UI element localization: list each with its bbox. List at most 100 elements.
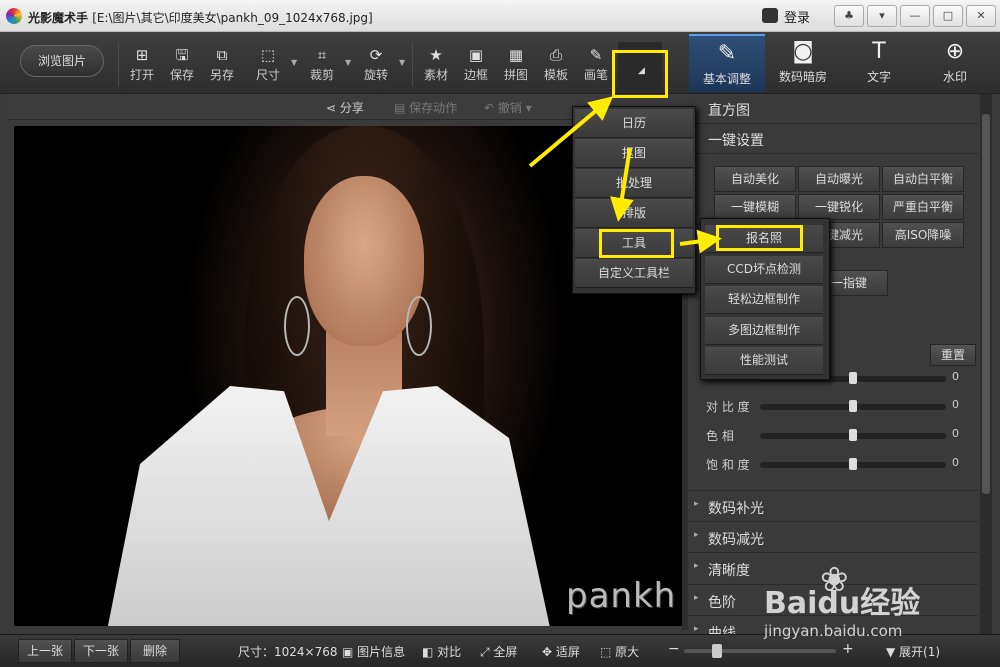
- tab-label: 水印: [942, 70, 967, 84]
- chevron-down-icon: ▾: [521, 101, 532, 115]
- reset-button[interactable]: 重置: [930, 344, 976, 366]
- tab-digital-darkroom[interactable]: ◙ 数码暗房: [765, 34, 841, 92]
- one-key-sharpen-button[interactable]: 一键锐化: [798, 194, 880, 220]
- brush-icon: ✎: [589, 46, 603, 64]
- skin-button[interactable]: ♣: [834, 5, 864, 27]
- menu-item-cutout[interactable]: 抠图: [575, 139, 693, 168]
- zoom-out-icon[interactable]: −: [668, 641, 680, 657]
- menu-item-custom-toolbar[interactable]: 自定义工具栏: [575, 259, 693, 288]
- auto-beautify-button[interactable]: 自动美化: [714, 166, 796, 192]
- camera-icon: ◙: [792, 39, 814, 64]
- image-size: 尺寸：1024×768: [238, 645, 338, 659]
- user-icon: [762, 8, 778, 23]
- tab-text[interactable]: T 文字: [841, 34, 917, 92]
- crop-button[interactable]: ⌗ 裁剪: [302, 44, 342, 84]
- login-label: 登录: [784, 11, 811, 26]
- one-key-blur-button[interactable]: 一键模糊: [714, 194, 796, 220]
- slider-value: 0: [952, 427, 959, 440]
- crop-label: 裁剪: [309, 68, 334, 82]
- window-title: 光影魔术手 [E:\图片\其它\印度美女\pankh_09_1024x768.j…: [28, 9, 373, 26]
- rotate-dropdown-icon[interactable]: ▼: [399, 58, 405, 67]
- save-as-button[interactable]: ⧉ 另存: [202, 44, 242, 84]
- material-button[interactable]: ★ 素材: [416, 44, 456, 84]
- baidu-brand: Baidu经验: [764, 586, 921, 621]
- auto-exposure-button[interactable]: 自动曝光: [798, 166, 880, 192]
- histogram-header[interactable]: 直方图: [688, 94, 978, 124]
- original-icon: ⬚: [600, 645, 616, 659]
- fit-screen-button[interactable]: ✥ 适屏: [542, 643, 580, 660]
- next-image-button[interactable]: 下一张: [74, 639, 128, 663]
- menu-item-layout[interactable]: 排版: [575, 199, 693, 228]
- login-button[interactable]: 登录: [762, 7, 822, 26]
- photo-watermark: pankh: [566, 576, 677, 616]
- onekey-header[interactable]: 一键设置: [688, 124, 978, 154]
- compare-button[interactable]: ◧ 对比: [422, 643, 461, 660]
- share-button[interactable]: ⋖ 分享: [326, 99, 364, 116]
- original-size-button[interactable]: ⬚ 原大: [600, 643, 639, 660]
- menu-dropdown-button[interactable]: ▾: [867, 5, 897, 27]
- template-button[interactable]: ⎙ 模板: [536, 44, 576, 84]
- border-label: 边框: [463, 68, 488, 82]
- submenu-item-multi-border[interactable]: 多图边框制作: [705, 317, 823, 345]
- saturation-slider[interactable]: [760, 458, 946, 470]
- auto-white-balance-button[interactable]: 自动白平衡: [882, 166, 964, 192]
- slider-thumb[interactable]: [849, 372, 857, 384]
- contrast-slider[interactable]: [760, 400, 946, 412]
- browse-images-button[interactable]: 浏览图片: [20, 45, 104, 77]
- maximize-button[interactable]: □: [933, 5, 963, 27]
- size-dropdown-icon[interactable]: ▼: [291, 58, 297, 67]
- section-digital-dim-light[interactable]: 数码减光: [688, 521, 978, 551]
- hue-slider[interactable]: [760, 429, 946, 441]
- save-label: 保存: [169, 68, 194, 82]
- size-icon: ⬚: [260, 46, 276, 64]
- menu-item-calendar[interactable]: 日历: [575, 109, 693, 138]
- fullscreen-button[interactable]: ⤢ 全屏: [480, 643, 517, 660]
- size-label: 尺寸: [255, 68, 280, 82]
- collage-button[interactable]: ▦ 拼图: [496, 44, 536, 84]
- open-button[interactable]: ⊞ 打开: [122, 44, 162, 84]
- save-action-label: 保存动作: [409, 101, 458, 115]
- highlight-more-tools: [612, 50, 668, 98]
- close-button[interactable]: ✕: [966, 5, 996, 27]
- save-button[interactable]: 🖫 保存: [162, 44, 202, 84]
- contrast-label: 对 比 度: [706, 400, 750, 414]
- crop-dropdown-icon[interactable]: ▼: [345, 58, 351, 67]
- slider-thumb[interactable]: [849, 400, 857, 412]
- open-icon: ⊞: [135, 46, 149, 64]
- slider-thumb[interactable]: [849, 429, 857, 441]
- undo-label: 撤销: [497, 101, 522, 115]
- prev-image-button[interactable]: 上一张: [18, 639, 72, 663]
- more-tools-menu: 日历 抠图 批处理 排版 工具 自定义工具栏: [572, 106, 696, 294]
- slider-thumb[interactable]: [849, 458, 857, 470]
- tab-label: 基本调整: [702, 72, 751, 86]
- template-icon: ⎙: [549, 46, 562, 64]
- brush-label: 画笔: [583, 68, 608, 82]
- section-digital-fill-light[interactable]: 数码补光: [688, 490, 978, 520]
- image-info-button[interactable]: ▣ 图片信息: [342, 643, 405, 660]
- app-name: 光影魔术手: [28, 11, 89, 25]
- scrollbar-thumb[interactable]: [982, 114, 990, 494]
- severe-white-balance-button[interactable]: 严重白平衡: [882, 194, 964, 220]
- tab-basic-adjust[interactable]: ✎ 基本调整: [689, 34, 765, 92]
- border-button[interactable]: ▣ 边框: [456, 44, 496, 84]
- delete-button[interactable]: 删除: [130, 639, 180, 663]
- submenu-item-performance-test[interactable]: 性能测试: [705, 347, 823, 375]
- tab-watermark[interactable]: ⊕ 水印: [917, 34, 993, 92]
- fit-icon: ✥: [542, 645, 556, 659]
- undo-button[interactable]: ↶ 撤销 ▾: [484, 99, 532, 116]
- zoom-thumb[interactable]: [712, 644, 722, 658]
- save-as-icon: ⧉: [216, 46, 228, 64]
- submenu-item-ccd-check[interactable]: CCD坏点检测: [705, 256, 823, 284]
- photo-earring-right: [406, 296, 432, 356]
- save-action-icon: ▤: [394, 101, 410, 115]
- rotate-button[interactable]: ⟳ 旋转: [356, 44, 396, 84]
- save-action-button[interactable]: ▤ 保存动作: [394, 99, 457, 116]
- panel-scrollbar[interactable]: [980, 94, 992, 634]
- size-button[interactable]: ⬚ 尺寸: [248, 44, 288, 84]
- menu-item-batch[interactable]: 批处理: [575, 169, 693, 198]
- submenu-item-easy-border[interactable]: 轻松边框制作: [705, 286, 823, 314]
- minimize-button[interactable]: —: [900, 5, 930, 27]
- high-iso-denoise-button[interactable]: 高ISO降噪: [882, 222, 964, 248]
- fullscreen-icon: ⤢: [480, 645, 494, 659]
- brush-button[interactable]: ✎ 画笔: [576, 44, 616, 84]
